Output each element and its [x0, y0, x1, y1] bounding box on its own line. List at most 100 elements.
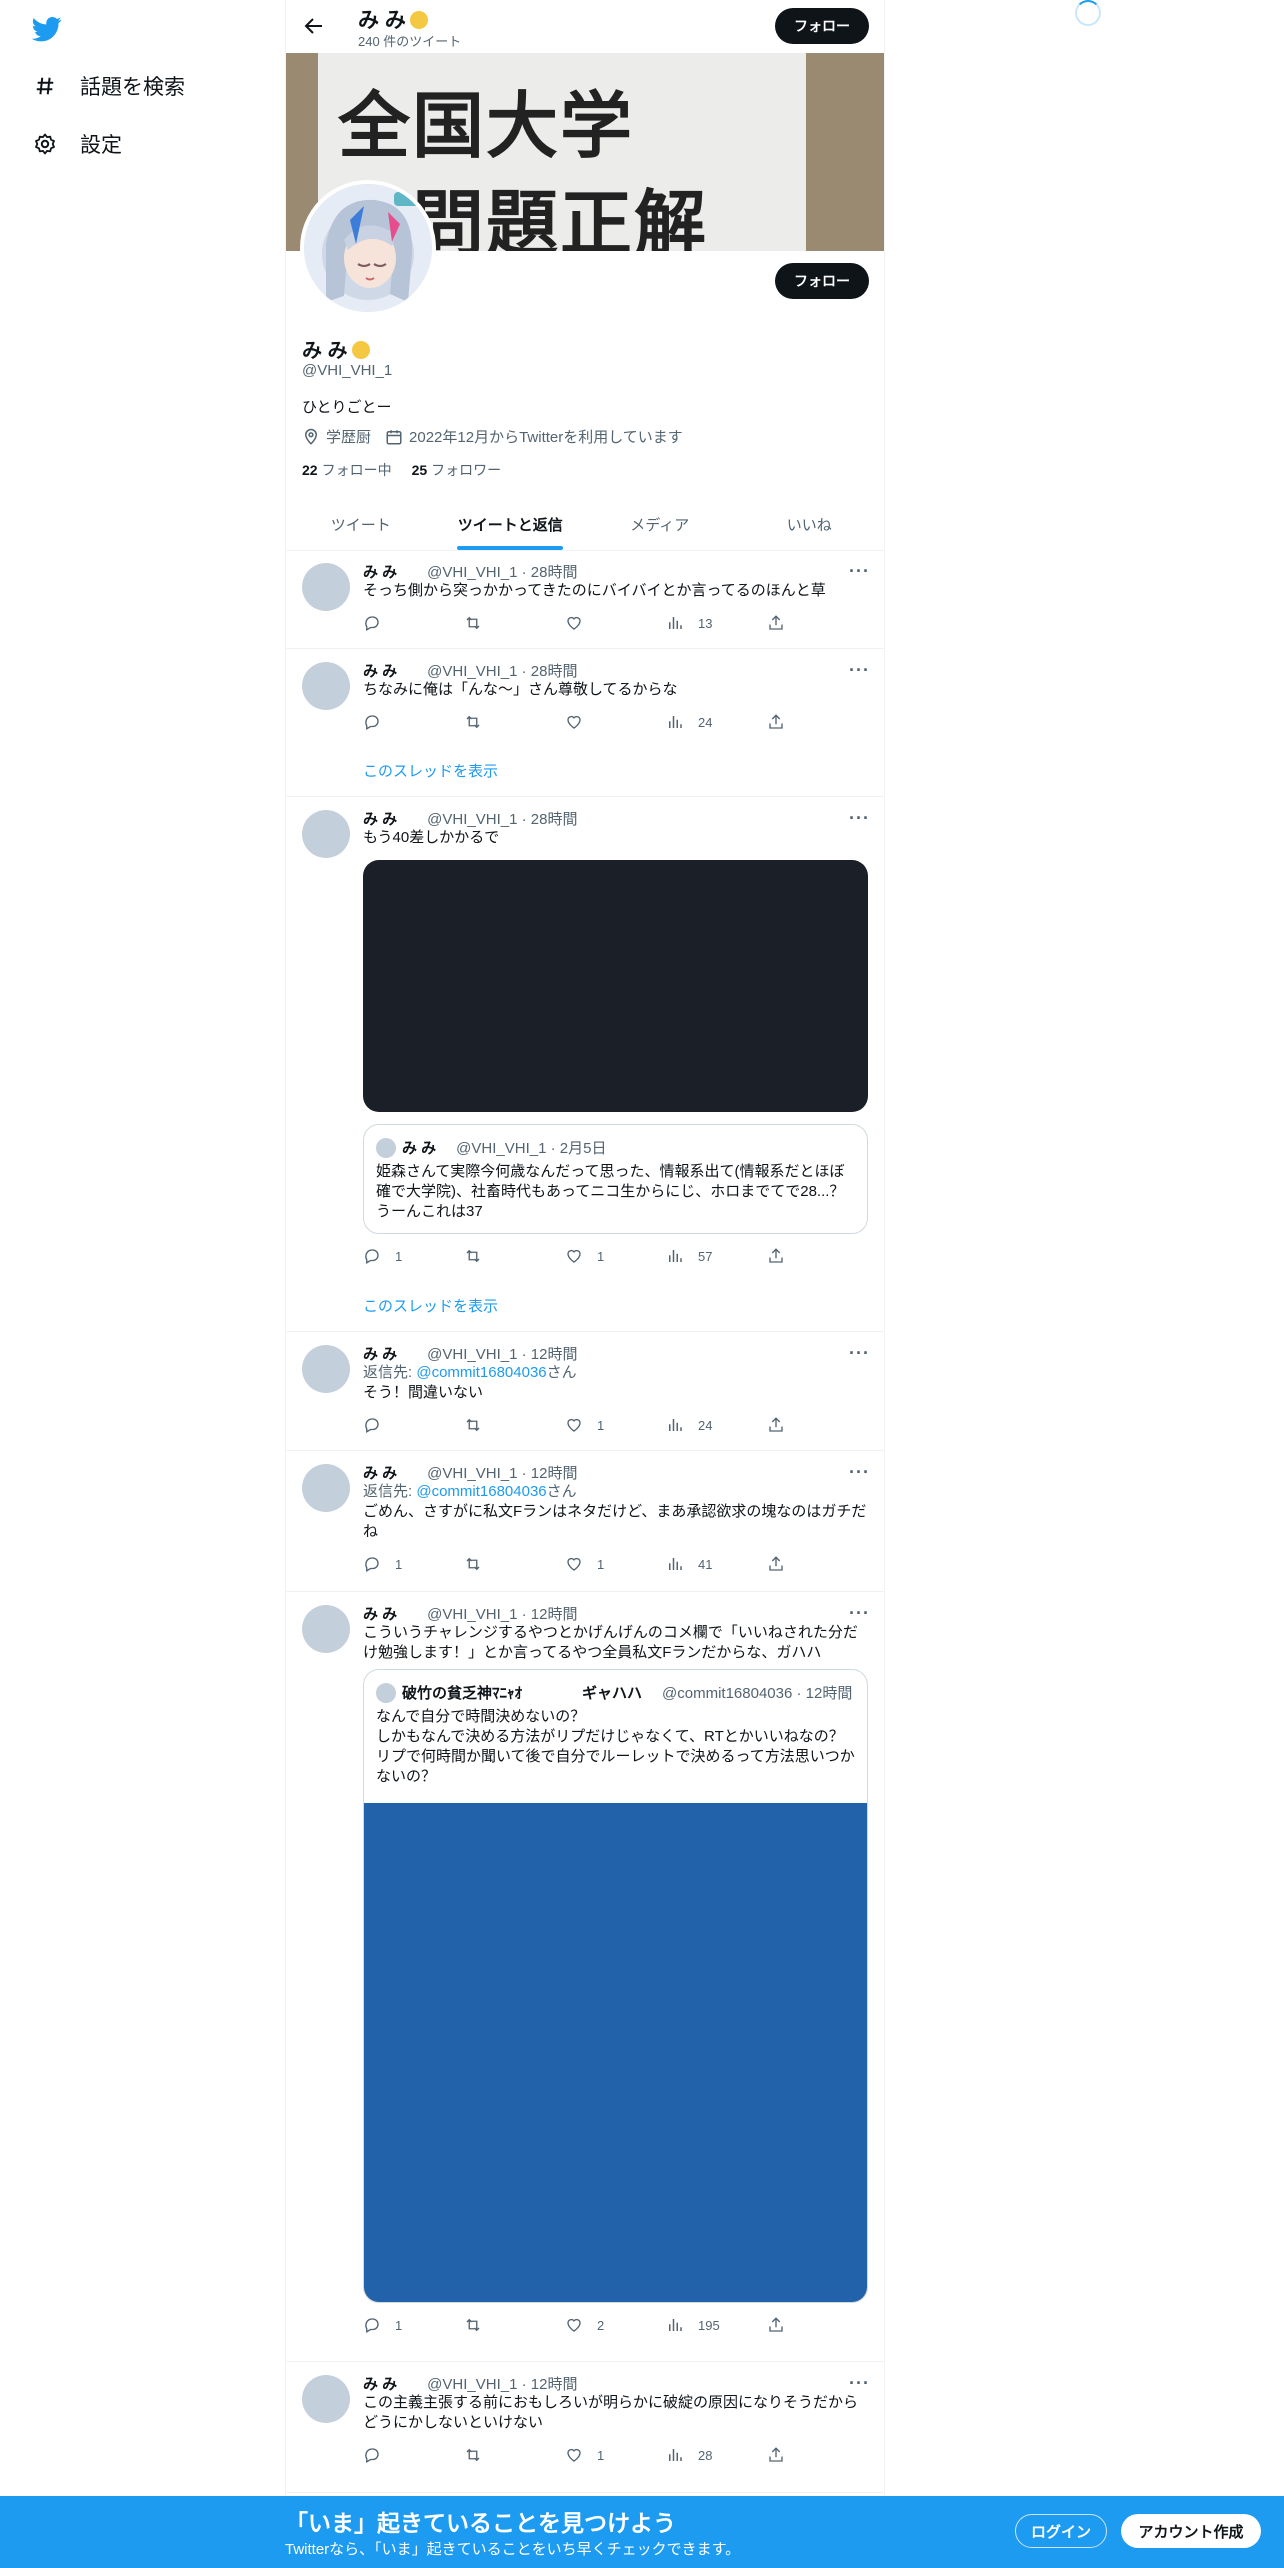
nav-explore[interactable]: 話題を検索	[32, 66, 185, 106]
tweet-avatar[interactable]	[302, 1345, 350, 1393]
share-button[interactable]	[767, 2316, 868, 2334]
tweet-author-name[interactable]: み み	[363, 561, 397, 582]
retweet-button[interactable]	[464, 1555, 565, 1573]
like-button[interactable]	[565, 713, 666, 731]
tweet-avatar[interactable]	[302, 1464, 350, 1512]
back-arrow-icon[interactable]	[302, 14, 326, 38]
more-options-icon[interactable]: ···	[849, 660, 870, 681]
retweet-button[interactable]	[464, 1416, 565, 1434]
reply-button[interactable]	[363, 713, 464, 731]
header-tweet-count: 240 件のツイート	[358, 34, 462, 49]
tweet-author-name[interactable]: み み	[363, 1462, 397, 1483]
retweet-button[interactable]	[464, 2316, 565, 2334]
share-button[interactable]	[767, 614, 868, 632]
views-button[interactable]: 41	[666, 1555, 767, 1573]
profile-avatar[interactable]	[300, 180, 436, 316]
share-button[interactable]	[767, 713, 868, 731]
quoted-media[interactable]	[364, 1803, 867, 2302]
quoted-tweet[interactable]: 破竹の貧乏神ﾏﾆｬｵ ギャハハ @commit16804036 · 12時間 なん…	[363, 1669, 868, 2303]
profile-meta: 学歴厨 2022年12月からTwitterを利用しています	[302, 426, 683, 447]
followers-link[interactable]: 25 フォロワー	[412, 460, 502, 480]
profile-joined: 2022年12月からTwitterを利用しています	[409, 429, 683, 446]
more-options-icon[interactable]: ···	[849, 808, 870, 829]
views-button[interactable]: 24	[666, 713, 767, 731]
like-button[interactable]: 1	[565, 1247, 666, 1265]
share-button[interactable]	[767, 2446, 868, 2464]
retweet-button[interactable]	[464, 713, 565, 731]
share-button[interactable]	[767, 1247, 868, 1265]
reply-button[interactable]	[363, 614, 464, 632]
show-thread-link[interactable]: このスレッドを表示	[363, 1295, 498, 1316]
heart-icon	[567, 2318, 581, 2332]
signup-banner-subtitle: Twitterなら、「いま」起きていることをいち早くチェックできます。	[285, 2541, 741, 2558]
profile-follow-button[interactable]: フォロー	[775, 263, 869, 299]
like-button[interactable]: 1	[565, 1416, 666, 1434]
reply-icon	[365, 1557, 379, 1572]
share-button[interactable]	[767, 1555, 868, 1573]
reply-to-user-link[interactable]: @commit16804036	[416, 1483, 546, 1500]
tweet-meta: @VHI_VHI_1 · 28時間	[427, 563, 578, 581]
share-button[interactable]	[767, 1416, 868, 1434]
more-options-icon[interactable]: ···	[849, 1343, 870, 1364]
header-follow-button[interactable]: フォロー	[775, 8, 869, 44]
like-button[interactable]: 2	[565, 2316, 666, 2334]
tweet-author-name[interactable]: み み	[363, 1343, 397, 1364]
tweet-text: この主義主張する前におもしろいが明らかに破綻の原因になりそうだからどうにかしない…	[363, 2394, 859, 2431]
more-options-icon[interactable]: ···	[849, 561, 870, 582]
tweet-author-name[interactable]: み み	[363, 2373, 397, 2394]
create-account-button[interactable]: アカウント作成	[1121, 2514, 1261, 2548]
tweet-avatar[interactable]	[302, 662, 350, 710]
retweet-button[interactable]	[464, 614, 565, 632]
tweet[interactable]: み み @VHI_VHI_1 · 12時間 返信先: @commit1680403…	[286, 1333, 884, 1451]
reply-icon	[365, 2448, 379, 2463]
retweet-button[interactable]	[464, 2446, 565, 2464]
tweet-author-name[interactable]: み み	[363, 1603, 397, 1624]
following-link[interactable]: 22 フォロー中	[302, 460, 392, 480]
views-button[interactable]: 24	[666, 1416, 767, 1434]
views-button[interactable]: 195	[666, 2316, 767, 2334]
hashtag-icon	[32, 73, 58, 99]
like-button[interactable]	[565, 614, 666, 632]
reply-button[interactable]: 1	[363, 2316, 464, 2334]
more-options-icon[interactable]: ···	[849, 2373, 870, 2394]
tweet-author-name[interactable]: み み	[363, 660, 397, 681]
location-pin-icon	[304, 428, 318, 445]
retweet-button[interactable]	[464, 1247, 565, 1265]
login-button[interactable]: ログイン	[1015, 2514, 1107, 2548]
tab-tweets-and-replies[interactable]: ツイートと返信	[436, 498, 586, 550]
reply-button[interactable]: 1	[363, 1555, 464, 1573]
tab-likes[interactable]: いいね	[735, 498, 885, 550]
tweet[interactable]: み み @VHI_VHI_1 · 12時間 こういうチャレンジするやつとかげんげん…	[286, 1593, 884, 2362]
quoted-meta: @commit16804036 · 12時間	[662, 1685, 853, 1702]
quoted-tweet[interactable]: み み @VHI_VHI_1 · 2月5日 姫森さんて実際今何歳なんだって思った、…	[363, 1124, 868, 1234]
tweet-avatar[interactable]	[302, 810, 350, 858]
tab-tweets[interactable]: ツイート	[286, 498, 436, 550]
more-options-icon[interactable]: ···	[849, 1603, 870, 1624]
tweet[interactable]: み み @VHI_VHI_1 · 12時間 この主義主張する前におもしろいが明らか…	[286, 2363, 884, 2493]
tweet-avatar[interactable]	[302, 563, 350, 611]
like-button[interactable]: 1	[565, 1555, 666, 1573]
tweet-media[interactable]	[363, 860, 868, 1112]
tweet[interactable]: み み @VHI_VHI_1 · 12時間 返信先: @commit1680403…	[286, 1452, 884, 1592]
twitter-logo-icon[interactable]	[32, 14, 62, 44]
tweet-author-name[interactable]: み み	[363, 808, 397, 829]
reply-to-user-link[interactable]: @commit16804036	[416, 1364, 546, 1381]
reply-button[interactable]: 1	[363, 1247, 464, 1265]
reply-to-line: 返信先: @commit16804036さん	[363, 1364, 577, 1381]
reply-button[interactable]	[363, 2446, 464, 2464]
views-button[interactable]: 57	[666, 1247, 767, 1265]
show-thread-link[interactable]: このスレッドを表示	[363, 760, 498, 781]
reply-button[interactable]	[363, 1416, 464, 1434]
tweet-avatar[interactable]	[302, 1605, 350, 1653]
reply-to-line: 返信先: @commit16804036さん	[363, 1483, 577, 1500]
tweet-avatar[interactable]	[302, 2375, 350, 2423]
tab-media[interactable]: メディア	[585, 498, 735, 550]
tweet[interactable]: み み @VHI_VHI_1 · 28時間 ちなみに俺は「んな〜」さん尊敬してるか…	[286, 650, 884, 797]
more-options-icon[interactable]: ···	[849, 1462, 870, 1483]
views-button[interactable]: 13	[666, 614, 767, 632]
nav-settings[interactable]: 設定	[32, 124, 122, 164]
views-button[interactable]: 28	[666, 2446, 767, 2464]
like-button[interactable]: 1	[565, 2446, 666, 2464]
tweet[interactable]: み み @VHI_VHI_1 · 28時間 そっち側から突っかかってきたのにバイバ…	[286, 551, 884, 649]
tweet[interactable]: み み @VHI_VHI_1 · 28時間 もう40差しかかるで み み @VHI_…	[286, 798, 884, 1332]
